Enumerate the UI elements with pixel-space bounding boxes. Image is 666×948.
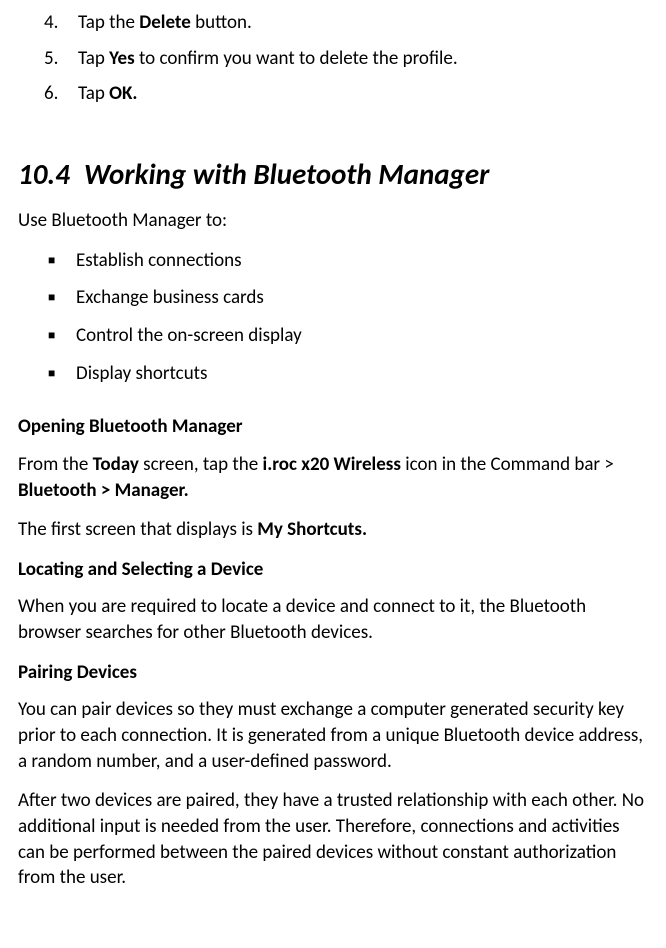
list-item: 5. Tap Yes to confirm you want to delete… xyxy=(18,46,648,72)
paragraph: The first screen that displays is My Sho… xyxy=(18,517,648,543)
paragraph: You can pair devices so they must exchan… xyxy=(18,697,648,774)
bullet-text: Exchange business cards xyxy=(76,285,264,311)
list-number: 6. xyxy=(44,81,78,107)
paragraph: After two devices are paired, they have … xyxy=(18,788,648,891)
list-text: Tap Yes to confirm you want to delete th… xyxy=(78,46,458,72)
subheading-locating: Locating and Selecting a Device xyxy=(18,557,648,583)
bullet-text: Control the on-screen display xyxy=(76,323,302,349)
subheading-opening: Opening Bluetooth Manager xyxy=(18,414,648,440)
list-item: 6. Tap OK. xyxy=(18,81,648,107)
bullet-item: ■ Display shortcuts xyxy=(18,361,648,387)
section-title: Working with Bluetooth Manager xyxy=(84,156,489,192)
list-number: 5. xyxy=(44,46,78,72)
square-bullet-icon: ■ xyxy=(48,361,76,387)
intro-text: Use Bluetooth Manager to: xyxy=(18,208,648,234)
bullet-item: ■ Control the on-screen display xyxy=(18,323,648,349)
bullet-item: ■ Establish connections xyxy=(18,248,648,274)
list-number: 4. xyxy=(44,10,78,36)
bullet-text: Establish connections xyxy=(76,248,242,274)
section-heading: 10.4 Working with Bluetooth Manager xyxy=(18,155,648,194)
paragraph: When you are required to locate a device… xyxy=(18,594,648,645)
square-bullet-icon: ■ xyxy=(48,248,76,274)
square-bullet-icon: ■ xyxy=(48,323,76,349)
bullet-item: ■ Exchange business cards xyxy=(18,285,648,311)
list-item: 4. Tap the Delete button. xyxy=(18,10,648,36)
paragraph: From the Today screen, tap the i.roc x20… xyxy=(18,452,648,503)
bullet-text: Display shortcuts xyxy=(76,361,207,387)
subheading-pairing: Pairing Devices xyxy=(18,660,648,686)
square-bullet-icon: ■ xyxy=(48,285,76,311)
list-text: Tap OK. xyxy=(78,81,137,107)
section-number: 10.4 xyxy=(18,156,70,192)
list-text: Tap the Delete button. xyxy=(78,10,252,36)
